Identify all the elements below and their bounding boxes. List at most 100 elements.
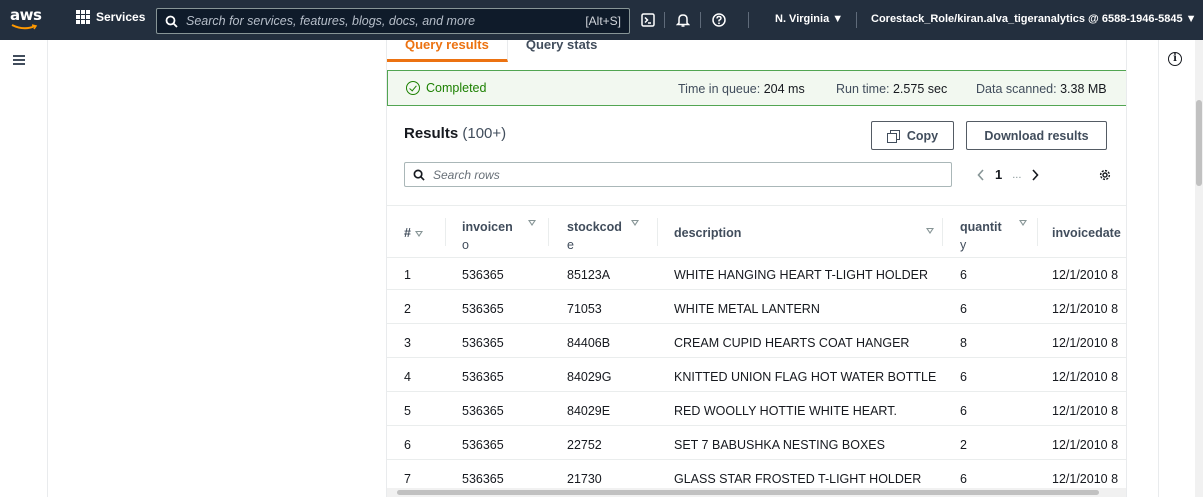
run-time: Run time: 2.575 sec <box>836 82 947 96</box>
services-label: Services <box>96 10 146 24</box>
tab-query-results[interactable]: Query results <box>387 40 508 62</box>
sort-icon[interactable] <box>528 220 536 226</box>
column-header-label: # <box>404 226 411 240</box>
search-shortcut-hint: [Alt+S] <box>585 14 621 28</box>
time-in-queue-label: Time in queue: <box>678 82 761 96</box>
column-divider <box>942 218 943 246</box>
cell-invoicedate: 12/1/2010 8 <box>1052 404 1119 418</box>
column-header-label-wrap: y <box>960 238 967 252</box>
cell-quantity: 6 <box>960 472 967 486</box>
query-results-panel: Query results Query stats Completed Time… <box>386 40 1127 497</box>
column-header-label-wrap: o <box>462 238 469 252</box>
table-row[interactable]: 4 536365 84029G KNITTED UNION FLAG HOT W… <box>387 360 1126 392</box>
gear-icon[interactable] <box>1098 168 1112 182</box>
column-divider <box>548 218 549 246</box>
search-icon <box>165 15 178 28</box>
help-icon <box>712 13 726 27</box>
sort-icon[interactable] <box>414 230 423 237</box>
services-menu-button[interactable]: Services <box>76 10 145 24</box>
column-header-label: description <box>674 226 742 240</box>
column-header-description[interactable]: description <box>674 224 741 242</box>
column-header-label: stockcod <box>567 220 622 234</box>
cell-invoiceno: 536365 <box>462 268 504 282</box>
cell-stockcode: 84029E <box>567 404 611 418</box>
column-header-stockcode[interactable]: stockcod e <box>567 218 622 254</box>
page-scrollbar-thumb[interactable] <box>1196 100 1202 186</box>
cloudshell-icon <box>641 13 655 27</box>
copy-icon <box>886 129 900 143</box>
nav-divider <box>664 12 665 28</box>
table-row[interactable]: 1 536365 85123A WHITE HANGING HEART T-LI… <box>387 258 1126 290</box>
table-row[interactable]: 2 536365 71053 WHITE METAL LANTERN 6 12/… <box>387 292 1126 324</box>
copy-button[interactable]: Copy <box>871 121 954 150</box>
cloudshell-button[interactable] <box>641 10 655 30</box>
notifications-button[interactable] <box>676 10 690 30</box>
current-page[interactable]: 1 <box>995 167 1002 182</box>
table-scrollbar-thumb[interactable] <box>397 490 1099 495</box>
cell-description: SET 7 BABUSHKA NESTING BOXES <box>674 438 885 452</box>
help-button[interactable] <box>712 10 726 30</box>
download-label: Download results <box>984 128 1089 143</box>
table-horizontal-scrollbar[interactable] <box>387 488 1126 497</box>
global-search-input[interactable]: Search for services, features, blogs, do… <box>156 8 630 34</box>
menu-icon[interactable] <box>13 55 25 65</box>
cell-description: RED WOOLLY HOTTIE WHITE HEART. <box>674 404 897 418</box>
pagination: 1 ... <box>977 162 1039 187</box>
data-scanned-label: Data scanned: <box>976 82 1057 96</box>
cell-description: WHITE HANGING HEART T-LIGHT HOLDER <box>674 268 928 282</box>
chevron-left-icon[interactable] <box>977 168 985 181</box>
cell-index: 1 <box>404 268 411 282</box>
search-rows-input[interactable]: Search rows <box>404 162 952 187</box>
pagination-ellipsis: ... <box>1012 168 1022 181</box>
info-icon[interactable]: i <box>1168 52 1182 66</box>
copy-label: Copy <box>906 128 939 143</box>
aws-logo-text: aws <box>10 6 42 24</box>
cell-invoicedate: 12/1/2010 8 <box>1052 370 1119 384</box>
global-search-placeholder: Search for services, features, blogs, do… <box>186 14 476 28</box>
cell-index: 2 <box>404 302 411 316</box>
table-row[interactable]: 3 536365 84406B CREAM CUPID HEARTS COAT … <box>387 326 1126 358</box>
cell-stockcode: 85123A <box>567 268 611 282</box>
column-header-quantity[interactable]: quantit y <box>960 218 1002 254</box>
table-row[interactable]: 5 536365 84029E RED WOOLLY HOTTIE WHITE … <box>387 394 1126 426</box>
cell-invoiceno: 536365 <box>462 336 504 350</box>
cell-quantity: 2 <box>960 438 967 452</box>
column-header-invoiceno[interactable]: invoicen o <box>462 218 513 254</box>
results-count: (100+) <box>462 125 507 142</box>
grid-icon <box>76 10 90 24</box>
cell-invoiceno: 536365 <box>462 438 504 452</box>
region-selector[interactable]: N. Virginia ▼ <box>775 13 843 25</box>
nav-divider <box>856 12 857 28</box>
column-header-invoicedate[interactable]: invoicedate <box>1052 224 1121 242</box>
download-results-button[interactable]: Download results <box>966 121 1107 150</box>
cell-invoiceno: 536365 <box>462 404 504 418</box>
data-scanned-value: 3.38 MB <box>1060 82 1107 96</box>
cell-quantity: 6 <box>960 268 967 282</box>
cell-description: WHITE METAL LANTERN <box>674 302 820 316</box>
cell-index: 3 <box>404 336 411 350</box>
cell-stockcode: 21730 <box>567 472 602 486</box>
sort-icon[interactable] <box>1019 220 1027 226</box>
column-header-label: invoicen <box>462 220 513 234</box>
page-scrollbar[interactable] <box>1195 40 1203 497</box>
cell-description: CREAM CUPID HEARTS COAT HANGER <box>674 336 910 350</box>
cell-invoiceno: 536365 <box>462 370 504 384</box>
aws-logo[interactable]: aws <box>10 8 42 32</box>
cell-invoicedate: 12/1/2010 8 <box>1052 302 1119 316</box>
sort-icon[interactable] <box>926 228 934 234</box>
table-row[interactable]: 6 536365 22752 SET 7 BABUSHKA NESTING BO… <box>387 428 1126 460</box>
cell-invoicedate: 12/1/2010 8 <box>1052 268 1119 282</box>
cell-index: 7 <box>404 472 411 486</box>
cell-quantity: 6 <box>960 302 967 316</box>
column-divider <box>445 218 446 246</box>
top-navigation-bar: aws Services Search for services, featur… <box>0 0 1203 40</box>
chevron-right-icon[interactable] <box>1031 168 1039 181</box>
cell-index: 6 <box>404 438 411 452</box>
cell-invoicedate: 12/1/2010 8 <box>1052 438 1119 452</box>
tab-query-stats[interactable]: Query stats <box>508 40 616 62</box>
account-menu[interactable]: Corestack_Role/kiran.alva_tigeranalytics… <box>871 13 1197 25</box>
run-time-value: 2.575 sec <box>892 82 948 96</box>
column-header-index[interactable]: # <box>404 224 423 242</box>
column-divider <box>657 218 658 246</box>
sort-icon[interactable] <box>631 220 639 226</box>
